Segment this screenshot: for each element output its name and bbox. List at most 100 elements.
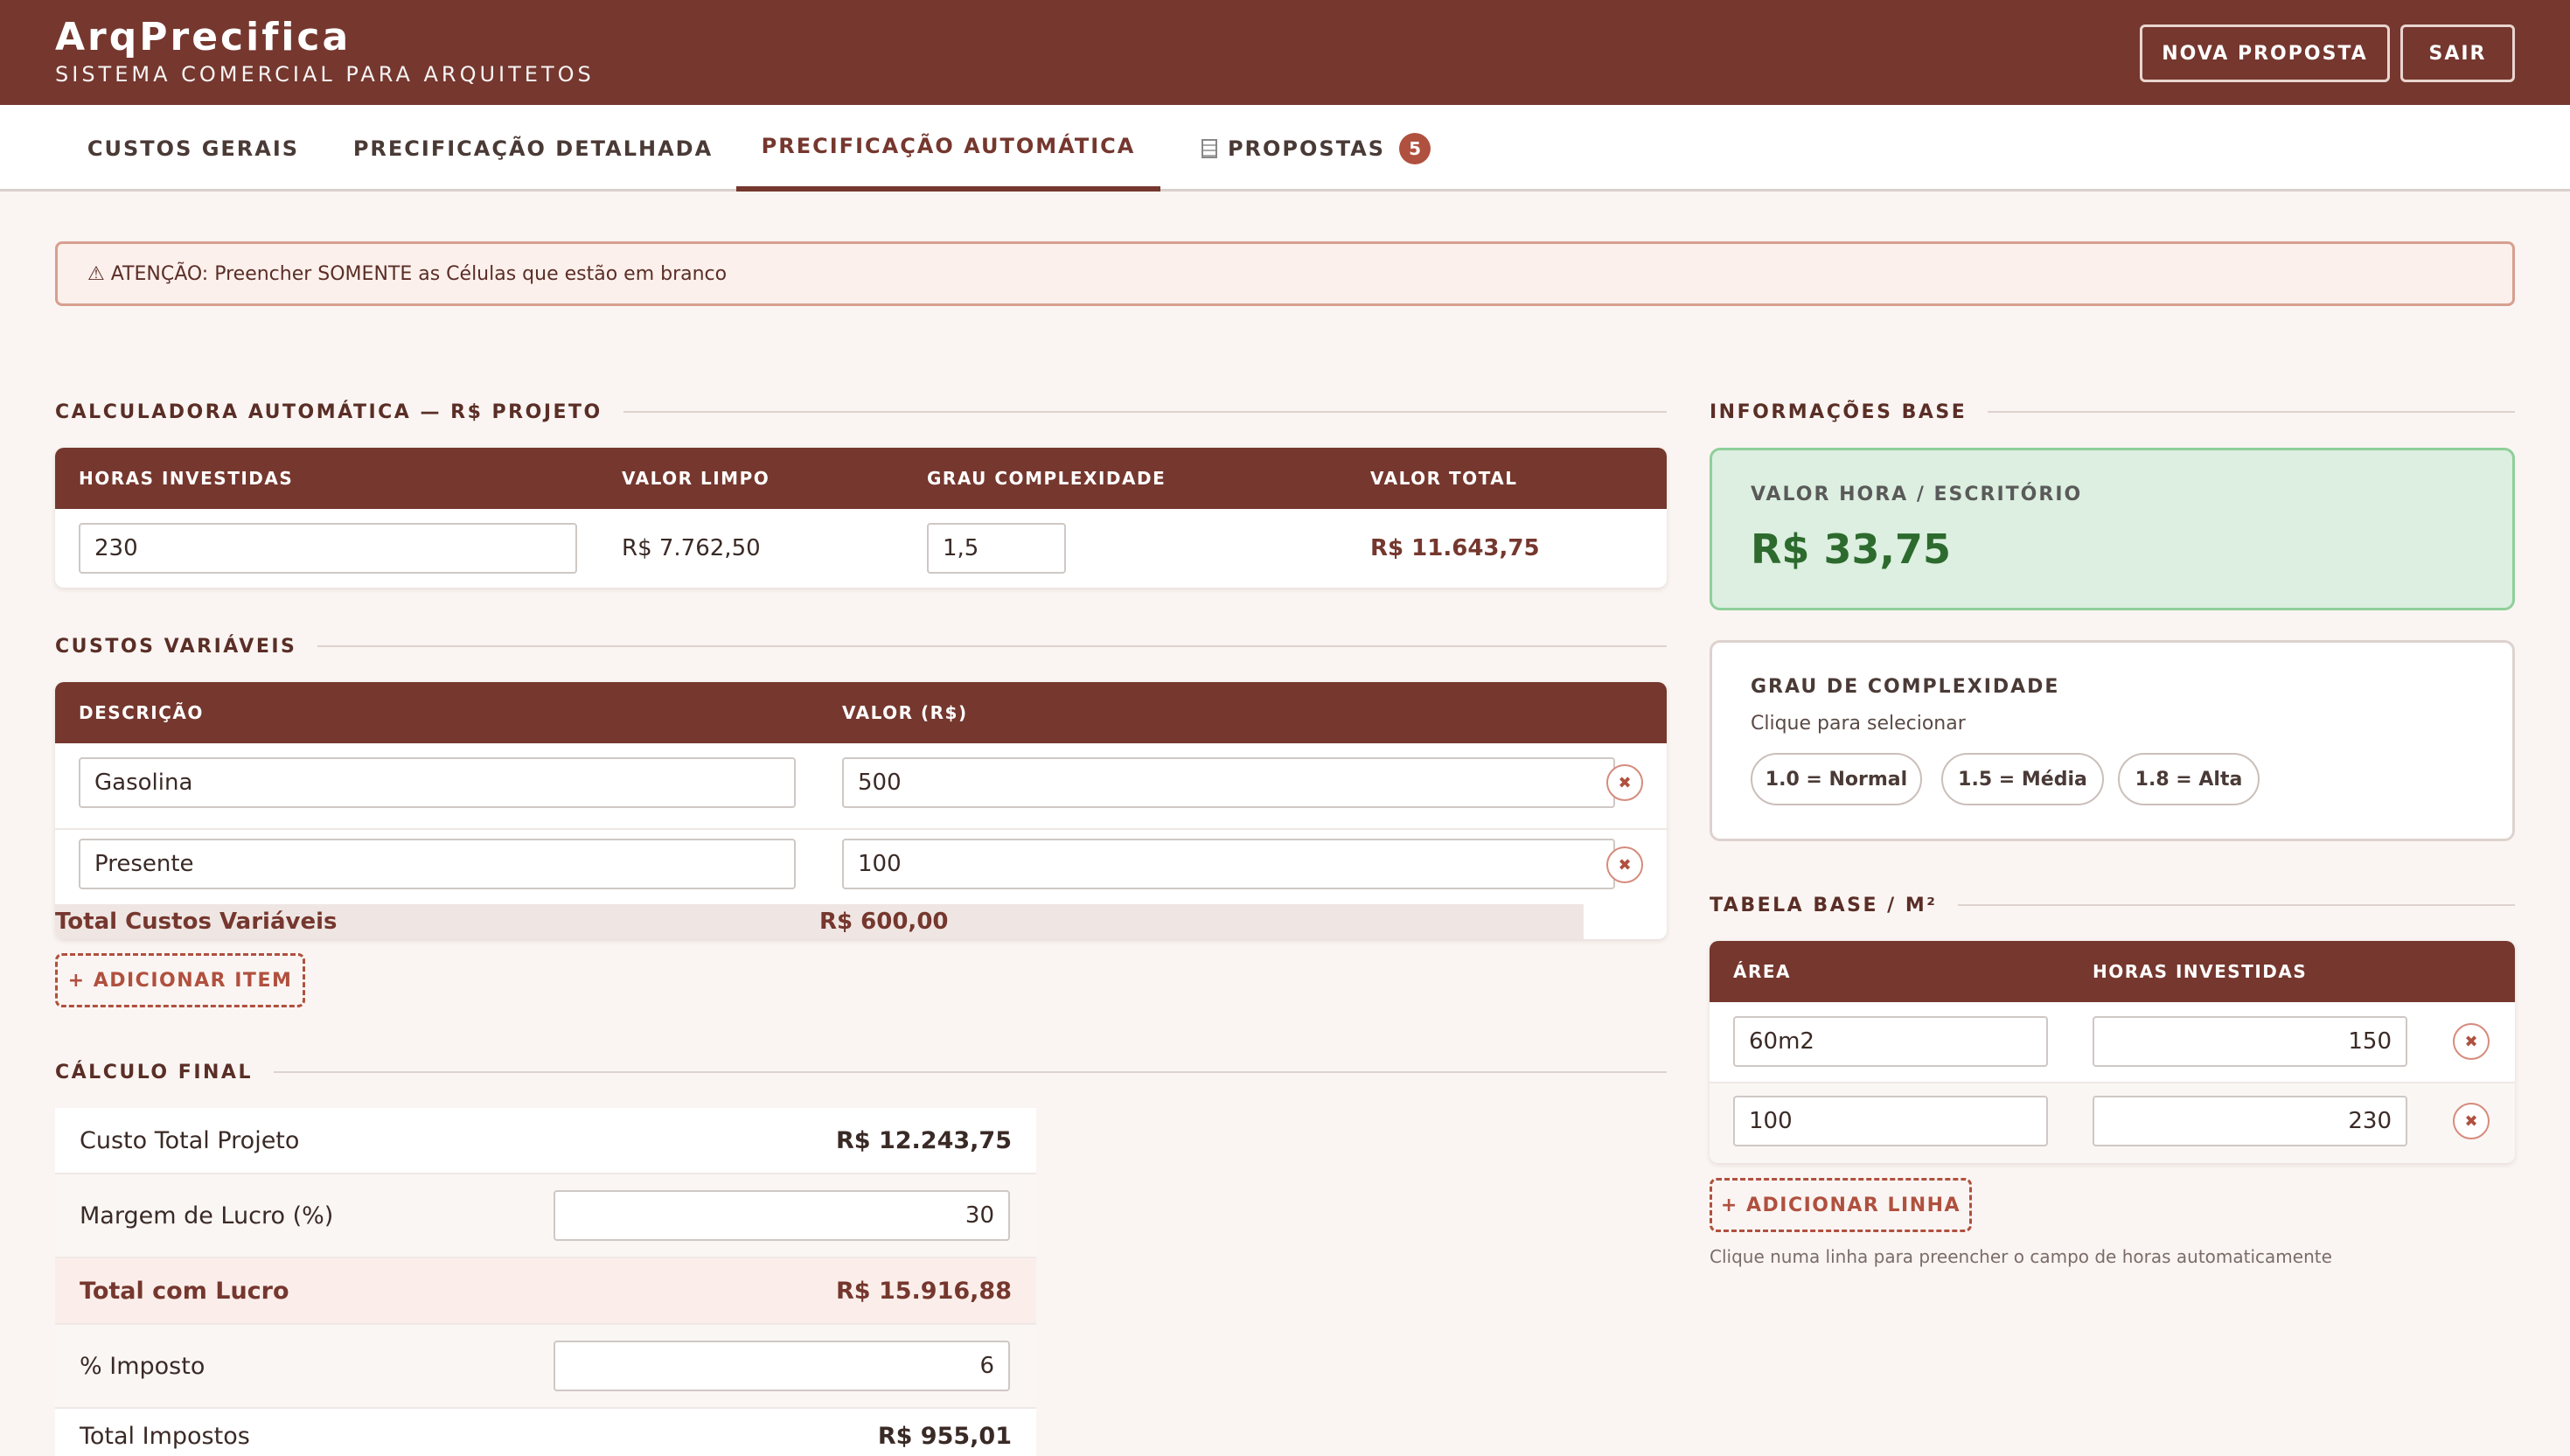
tab-propostas[interactable]: PROPOSTAS 5: [1198, 105, 1434, 192]
section-title-text: CÁLCULO FINAL: [55, 1061, 253, 1083]
header-value: VALOR (R$): [842, 702, 968, 723]
logout-button[interactable]: SAIR: [2400, 24, 2515, 82]
table-row[interactable]: 100 230 ✖: [1710, 1083, 2515, 1163]
header-total: VALOR TOTAL: [1370, 468, 1518, 489]
divider: [623, 411, 1667, 413]
base-table-section-title: TABELA BASE / M²: [1710, 890, 2515, 920]
tab-label: PRECIFICAÇÃO DETALHADA: [352, 136, 714, 161]
app-title: ArqPrecifica: [55, 15, 352, 59]
area-input[interactable]: 60m2: [1733, 1016, 2048, 1067]
brand: ArqPrecifica SISTEMA COMERCIAL PARA ARQU…: [55, 14, 595, 87]
value-input[interactable]: 100: [842, 839, 1615, 889]
base-table-hint: Clique numa linha para preencher o campo…: [1710, 1246, 2332, 1267]
new-proposal-button[interactable]: NOVA PROPOSTA: [2140, 24, 2390, 82]
complexity-hint: Clique para selecionar: [1751, 713, 1966, 735]
header-area: ÁREA: [1733, 961, 1792, 982]
alert-text: ⚠ ATENÇÃO: Preencher SOMENTE as Células …: [87, 262, 728, 285]
add-item-button[interactable]: + ADICIONAR ITEM: [55, 953, 305, 1007]
hours-input[interactable]: 230: [2093, 1096, 2407, 1146]
total-cost-value: R$ 12.243,75: [836, 1126, 1012, 1154]
calculator-card: HORAS INVESTIDAS VALOR LIMPO GRAU COMPLE…: [55, 448, 1667, 588]
proposals-count-badge: 5: [1399, 132, 1431, 164]
remove-row-button[interactable]: ✖: [2453, 1103, 2490, 1139]
header-clean-value: VALOR LIMPO: [622, 468, 770, 489]
value-input[interactable]: 500: [842, 757, 1615, 808]
divider: [273, 1071, 1667, 1073]
section-title-text: TABELA BASE / M²: [1710, 894, 1938, 916]
attention-alert: ⚠ ATENÇÃO: Preencher SOMENTE as Células …: [55, 241, 2515, 306]
divider: [1958, 904, 2515, 906]
variable-costs-card: DESCRIÇÃO VALOR (R$) Gasolina 500 ✖ Pres…: [55, 682, 1667, 939]
tax-label: % Imposto: [80, 1352, 205, 1380]
tab-label: PROPOSTAS: [1227, 136, 1386, 161]
total-taxes-row: Total Impostos R$ 955,01: [55, 1409, 1036, 1456]
area-input[interactable]: 100: [1733, 1096, 2048, 1146]
variable-costs-section-title: CUSTOS VARIÁVEIS: [55, 631, 1667, 661]
table-row[interactable]: 60m2 150 ✖: [1710, 1002, 2515, 1083]
total-cost-label: Custo Total Projeto: [80, 1126, 300, 1154]
remove-row-button[interactable]: ✖: [2453, 1023, 2490, 1060]
header-hours: HORAS INVESTIDAS: [79, 468, 294, 489]
total-value: R$ 11.643,75: [1370, 535, 1540, 561]
header-description: DESCRIÇÃO: [79, 702, 204, 723]
base-info-section-title: INFORMAÇÕES BASE: [1710, 397, 2515, 427]
row-divider: [55, 828, 1667, 830]
divider: [317, 645, 1667, 647]
hour-value: R$ 33,75: [1751, 526, 1951, 573]
section-title-text: CUSTOS VARIÁVEIS: [55, 635, 297, 658]
header-hours-invested: HORAS INVESTIDAS: [2093, 961, 2308, 982]
variable-costs-table-header: DESCRIÇÃO VALOR (R$): [55, 682, 1667, 743]
hour-value-card: VALOR HORA / ESCRITÓRIO R$ 33,75: [1710, 448, 2515, 610]
hour-value-label: VALOR HORA / ESCRITÓRIO: [1751, 484, 2083, 505]
tab-bar: CUSTOS GERAIS PRECIFICAÇÃO DETALHADA PRE…: [0, 105, 2570, 192]
total-variable-costs-value: R$ 600,00: [819, 909, 949, 935]
total-with-profit-label: Total com Lucro: [80, 1277, 289, 1305]
header-complexity: GRAU COMPLEXIDADE: [927, 468, 1167, 489]
tab-custos-gerais[interactable]: CUSTOS GERAIS: [79, 105, 308, 192]
close-icon: ✖: [2464, 1111, 2478, 1131]
complexity-title: GRAU DE COMPLEXIDADE: [1751, 676, 2060, 698]
complexity-input[interactable]: 1,5: [927, 523, 1066, 574]
complexity-option-alta[interactable]: 1.8 = Alta: [2118, 753, 2260, 805]
base-table-card: ÁREA HORAS INVESTIDAS 60m2 150 ✖ 100 230…: [1710, 941, 2515, 1163]
remove-row-button[interactable]: ✖: [1606, 764, 1643, 801]
tab-precificacao-automatica[interactable]: PRECIFICAÇÃO AUTOMÁTICA: [736, 105, 1160, 192]
profit-margin-label: Margem de Lucro (%): [80, 1202, 334, 1230]
top-bar: ArqPrecifica SISTEMA COMERCIAL PARA ARQU…: [0, 0, 2570, 105]
hours-input[interactable]: 230: [79, 523, 577, 574]
calculator-table-header: HORAS INVESTIDAS VALOR LIMPO GRAU COMPLE…: [55, 448, 1667, 509]
final-calc-section-title: CÁLCULO FINAL: [55, 1057, 1667, 1087]
complexity-card: GRAU DE COMPLEXIDADE Clique para selecio…: [1710, 640, 2515, 841]
close-icon: ✖: [2464, 1032, 2478, 1051]
document-icon: [1201, 138, 1217, 158]
base-table-header: ÁREA HORAS INVESTIDAS: [1710, 941, 2515, 1002]
complexity-option-normal[interactable]: 1.0 = Normal: [1751, 753, 1922, 805]
calculator-section-title: CALCULADORA AUTOMÁTICA — R$ PROJETO: [55, 397, 1667, 427]
total-taxes-label: Total Impostos: [80, 1423, 250, 1450]
tab-precificacao-detalhada[interactable]: PRECIFICAÇÃO DETALHADA: [352, 105, 714, 192]
section-title-text: INFORMAÇÕES BASE: [1710, 401, 1968, 423]
tax-input[interactable]: 6: [554, 1341, 1010, 1391]
total-with-profit-row: Total com Lucro R$ 15.916,88: [55, 1258, 1036, 1325]
profit-margin-input[interactable]: 30: [554, 1190, 1010, 1241]
total-variable-costs-label: Total Custos Variáveis: [55, 909, 338, 935]
remove-row-button[interactable]: ✖: [1606, 846, 1643, 883]
total-with-profit-value: R$ 15.916,88: [836, 1277, 1012, 1305]
tab-label: CUSTOS GERAIS: [87, 136, 300, 161]
close-icon: ✖: [1618, 855, 1632, 874]
total-row: Total Custos Variáveis R$ 600,00: [55, 904, 1584, 939]
complexity-option-media[interactable]: 1.5 = Média: [1941, 753, 2104, 805]
tax-row: % Imposto 6: [55, 1325, 1036, 1409]
section-title-text: CALCULADORA AUTOMÁTICA — R$ PROJETO: [55, 401, 602, 423]
clean-value: R$ 7.762,50: [622, 535, 761, 561]
total-cost-row: Custo Total Projeto R$ 12.243,75: [55, 1108, 1036, 1174]
close-icon: ✖: [1618, 773, 1632, 792]
description-input[interactable]: Gasolina: [79, 757, 796, 808]
divider: [1988, 411, 2515, 413]
add-line-button[interactable]: + ADICIONAR LINHA: [1710, 1178, 1972, 1232]
total-taxes-value: R$ 955,01: [877, 1423, 1012, 1450]
app-subtitle: SISTEMA COMERCIAL PARA ARQUITETOS: [55, 62, 595, 87]
hours-input[interactable]: 150: [2093, 1016, 2407, 1067]
description-input[interactable]: Presente: [79, 839, 796, 889]
tab-label: PRECIFICAÇÃO AUTOMÁTICA: [761, 133, 1136, 158]
